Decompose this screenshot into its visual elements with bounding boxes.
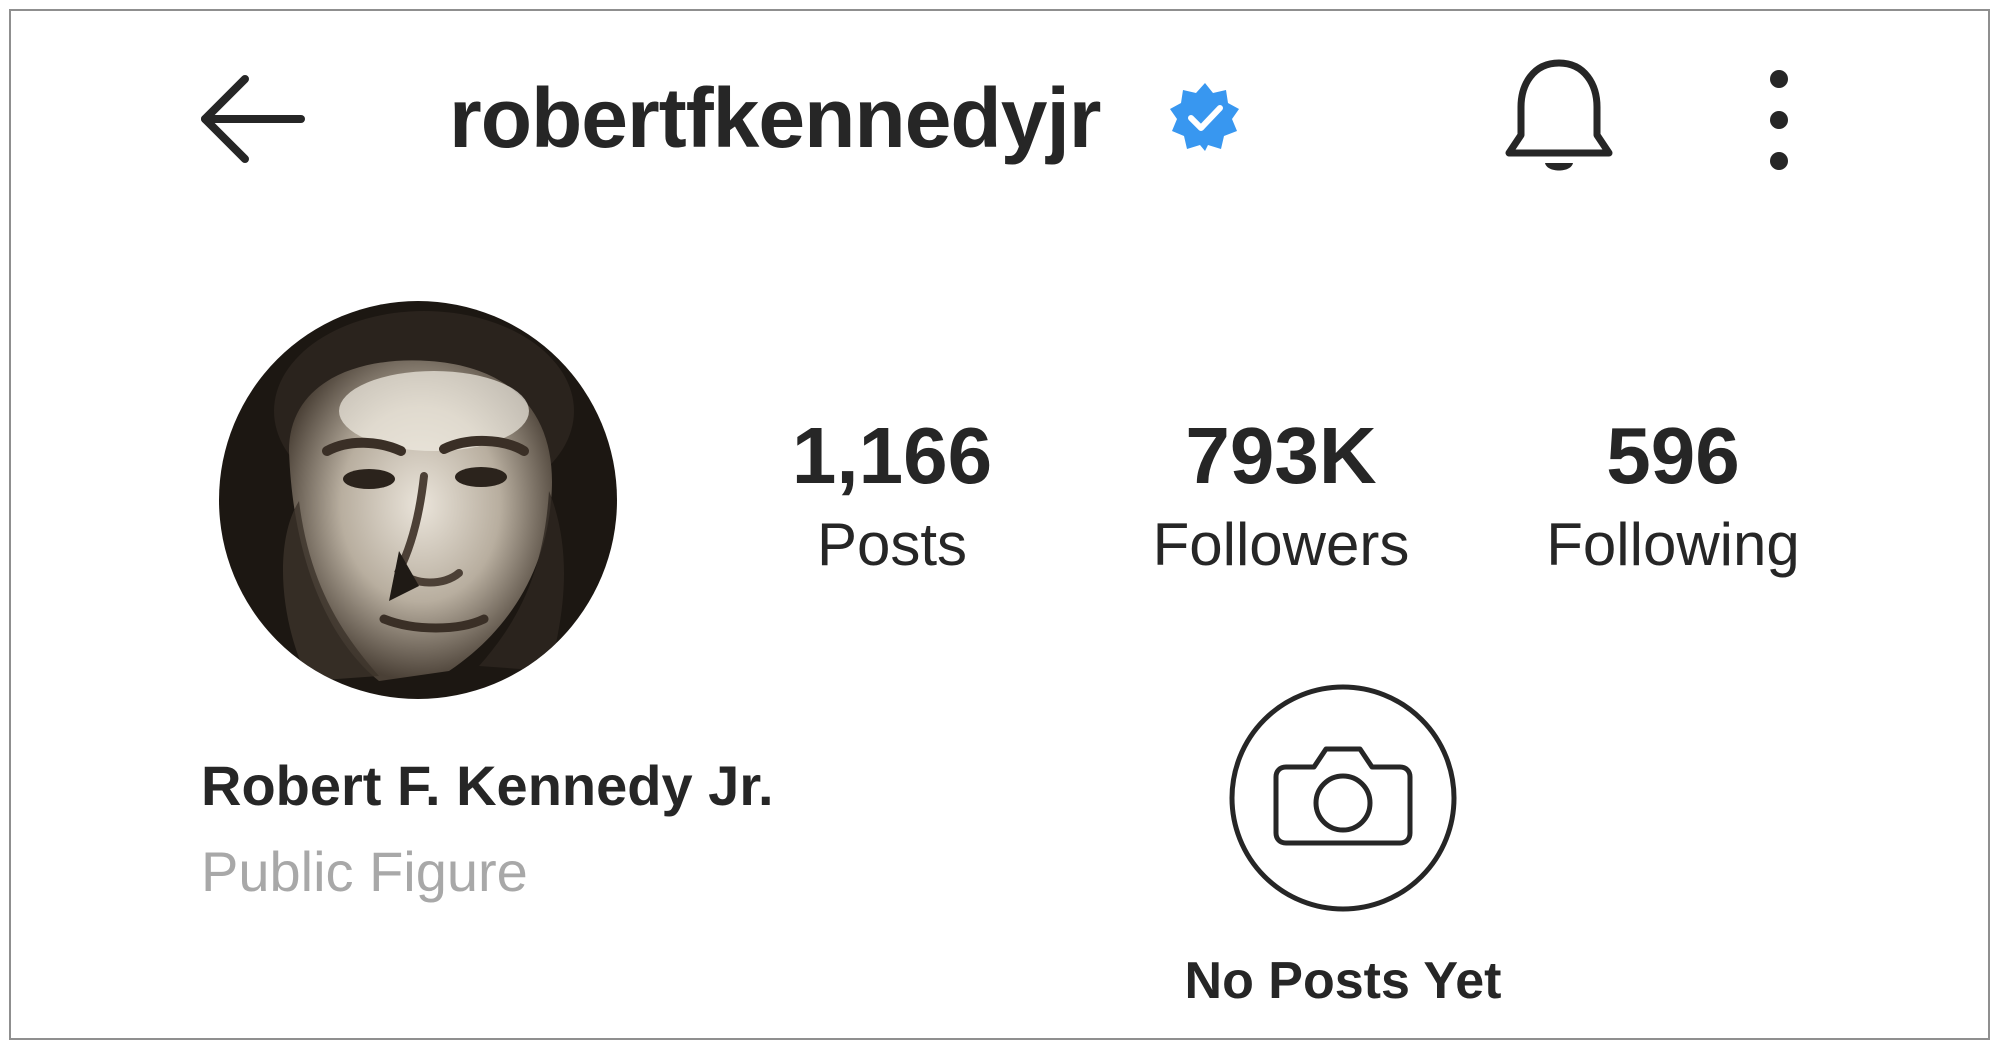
following-count: 596	[1606, 411, 1740, 500]
posts-stat[interactable]: 1,166 Posts	[727, 411, 1057, 585]
following-label: Following	[1546, 511, 1800, 578]
camera-icon	[1228, 683, 1458, 913]
back-arrow-icon[interactable]	[195, 71, 311, 167]
profile-screen: robertfkennedyjr 1,166 Posts 793K Follow…	[9, 9, 1990, 1040]
profile-category: Public Figure	[201, 840, 528, 903]
followers-stat[interactable]: 793K Followers	[1116, 411, 1446, 585]
followers-label: Followers	[1152, 511, 1410, 578]
avatar[interactable]	[219, 301, 617, 699]
no-posts-text: No Posts Yet	[1184, 952, 1502, 1010]
posts-label: Posts	[816, 511, 968, 578]
following-stat[interactable]: 596 Following	[1508, 411, 1838, 585]
more-vertical-icon[interactable]	[1751, 67, 1807, 173]
followers-count: 793K	[1185, 411, 1377, 500]
profile-username: robertfkennedyjr	[449, 71, 1101, 165]
bell-icon[interactable]	[1499, 55, 1619, 183]
display-name: Robert F. Kennedy Jr.	[201, 754, 774, 817]
posts-count: 1,166	[791, 411, 993, 500]
verified-badge-icon	[1169, 81, 1241, 153]
